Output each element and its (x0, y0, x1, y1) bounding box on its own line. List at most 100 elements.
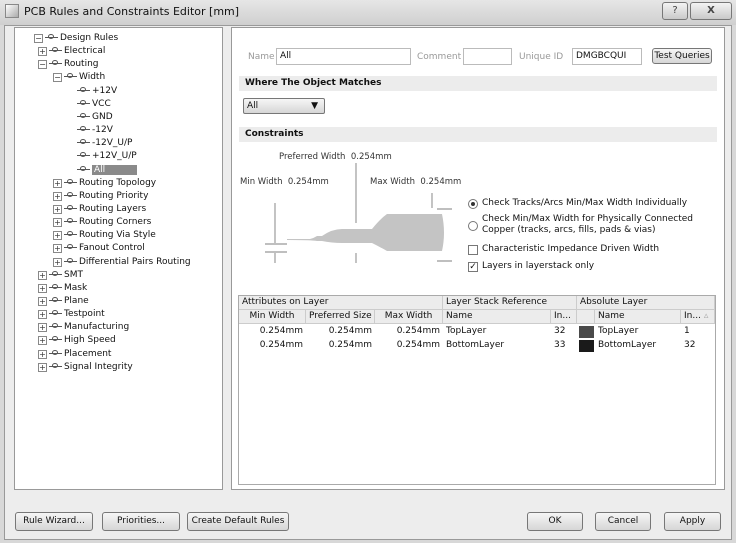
help-button[interactable]: ? (662, 2, 688, 20)
rule-icon (49, 322, 62, 331)
unique-id-input[interactable]: DMGBCQUI (572, 48, 642, 65)
tree-item[interactable]: SMT (49, 269, 83, 282)
cell-abs-idx[interactable]: 32 (681, 339, 715, 352)
cell-stack-idx[interactable]: 32 (551, 325, 577, 338)
expand-icon[interactable]: + (38, 323, 47, 333)
collapse-icon[interactable]: − (38, 60, 47, 70)
rule-wizard-button[interactable]: Rule Wizard... (15, 512, 93, 531)
preferred-width-value[interactable]: 0.254mm (351, 152, 392, 162)
cell-stack-name[interactable]: TopLayer (443, 325, 551, 338)
layer-color-swatch[interactable] (579, 340, 594, 352)
expand-icon[interactable]: + (38, 310, 47, 320)
cell-stack-idx[interactable]: 33 (551, 339, 577, 352)
rule-icon (77, 165, 90, 174)
tree-item[interactable]: Routing Corners (64, 216, 151, 229)
tree-item[interactable]: +12V_U/P (77, 150, 137, 163)
tree-item[interactable]: Placement (49, 348, 111, 361)
tree-item[interactable]: Electrical (49, 45, 105, 58)
expand-icon[interactable]: + (38, 47, 47, 57)
tree-item[interactable]: Routing (49, 58, 99, 71)
cell-max[interactable]: 0.254mm (375, 339, 443, 352)
cell-pref[interactable]: 0.254mm (306, 325, 375, 338)
impedance-driven-checkbox[interactable] (468, 245, 478, 255)
expand-icon[interactable]: + (38, 349, 47, 359)
tree-item-label: Mask (64, 282, 88, 293)
col-stack-index[interactable]: In... (551, 310, 577, 324)
expand-icon[interactable]: + (38, 362, 47, 372)
tree-item[interactable]: Fanout Control (64, 242, 145, 255)
tree-item[interactable]: VCC (77, 98, 111, 111)
expand-icon[interactable]: + (38, 283, 47, 293)
expand-icon[interactable]: + (38, 297, 47, 306)
tree-item[interactable]: -12V_U/P (77, 137, 132, 150)
expand-icon[interactable]: + (53, 204, 62, 214)
close-button[interactable]: X (690, 2, 732, 20)
col-preferred[interactable]: Preferred Size (306, 310, 375, 324)
tree-item[interactable]: Routing Layers (64, 203, 146, 216)
tree-item[interactable]: GND (77, 111, 113, 124)
col-color[interactable] (577, 310, 595, 324)
collapse-icon[interactable]: − (34, 34, 43, 43)
rule-icon (77, 86, 90, 95)
create-default-rules-button[interactable]: Create Default Rules (187, 512, 289, 531)
tree-item[interactable]: Differential Pairs Routing (64, 256, 191, 269)
expand-icon[interactable]: + (53, 178, 62, 188)
match-dropdown[interactable]: All ▼ (243, 98, 325, 114)
cell-max[interactable]: 0.254mm (375, 325, 443, 338)
col-max-width[interactable]: Max Width (375, 310, 443, 324)
expand-icon[interactable]: + (38, 270, 47, 280)
expand-icon[interactable]: + (53, 218, 62, 228)
layer-color-swatch[interactable] (579, 326, 594, 338)
ok-button[interactable]: OK (527, 512, 583, 531)
comment-input[interactable] (463, 48, 512, 65)
cell-pref[interactable]: 0.254mm (306, 339, 375, 352)
tree-item[interactable]: Routing Via Style (64, 229, 156, 242)
test-queries-button[interactable]: Test Queries (652, 48, 712, 64)
cell-abs-name[interactable]: BottomLayer (595, 339, 681, 352)
cell-abs-name[interactable]: TopLayer (595, 325, 681, 338)
tree-item[interactable]: Manufacturing (49, 321, 129, 334)
tree-item[interactable]: Mask (49, 282, 87, 295)
tree-item[interactable]: Width (64, 71, 105, 84)
priorities-button[interactable]: Priorities... (102, 512, 180, 531)
col-min-width[interactable]: Min Width (239, 310, 306, 324)
tree-item[interactable]: Routing Priority (64, 190, 148, 203)
rules-tree[interactable]: − Design Rules + Electrical − Routing − Width +1… (14, 27, 223, 490)
layerstack-only-checkbox[interactable]: ✓ (468, 262, 478, 272)
col-stack-name[interactable]: Name (443, 310, 551, 324)
expand-icon[interactable]: + (38, 336, 47, 346)
cell-stack-name[interactable]: BottomLayer (443, 339, 551, 352)
cell-abs-idx[interactable]: 1 (681, 325, 715, 338)
tree-item-label: Routing Via Style (79, 230, 156, 241)
tree-item[interactable]: -12V (77, 124, 113, 137)
tree-item[interactable]: Design Rules (45, 32, 118, 45)
cell-min[interactable]: 0.254mm (239, 325, 306, 338)
expand-icon[interactable]: + (53, 191, 62, 201)
comment-label: Comment (417, 52, 462, 62)
tree-item[interactable]: Routing Topology (64, 177, 156, 190)
tree-item[interactable]: All (77, 164, 138, 177)
tree-item[interactable]: Testpoint (49, 308, 105, 321)
tree-item[interactable]: High Speed (49, 334, 116, 347)
rule-icon (49, 46, 62, 55)
check-individually-radio[interactable] (468, 199, 478, 209)
cancel-button[interactable]: Cancel (595, 512, 651, 531)
name-input[interactable]: All (276, 48, 411, 65)
apply-button[interactable]: Apply (664, 512, 721, 531)
collapse-icon[interactable]: − (53, 73, 62, 83)
tree-item[interactable]: +12V (77, 85, 117, 98)
expand-icon[interactable]: + (53, 244, 62, 254)
rule-icon (49, 296, 62, 305)
tree-item[interactable]: Signal Integrity (49, 361, 133, 374)
cell-min[interactable]: 0.254mm (239, 339, 306, 352)
tree-item[interactable]: Plane (49, 295, 89, 308)
tree-item-label: Plane (64, 296, 89, 306)
expand-icon[interactable]: + (53, 257, 62, 267)
layerstack-only-label: Layers in layerstack only (482, 261, 595, 271)
col-abs-index[interactable]: In... ▵ (681, 310, 715, 324)
rule-icon (77, 112, 90, 121)
check-connected-radio[interactable] (468, 221, 478, 231)
col-abs-name[interactable]: Name (595, 310, 681, 324)
tree-item-label: Testpoint (64, 309, 105, 320)
expand-icon[interactable]: + (53, 231, 62, 241)
